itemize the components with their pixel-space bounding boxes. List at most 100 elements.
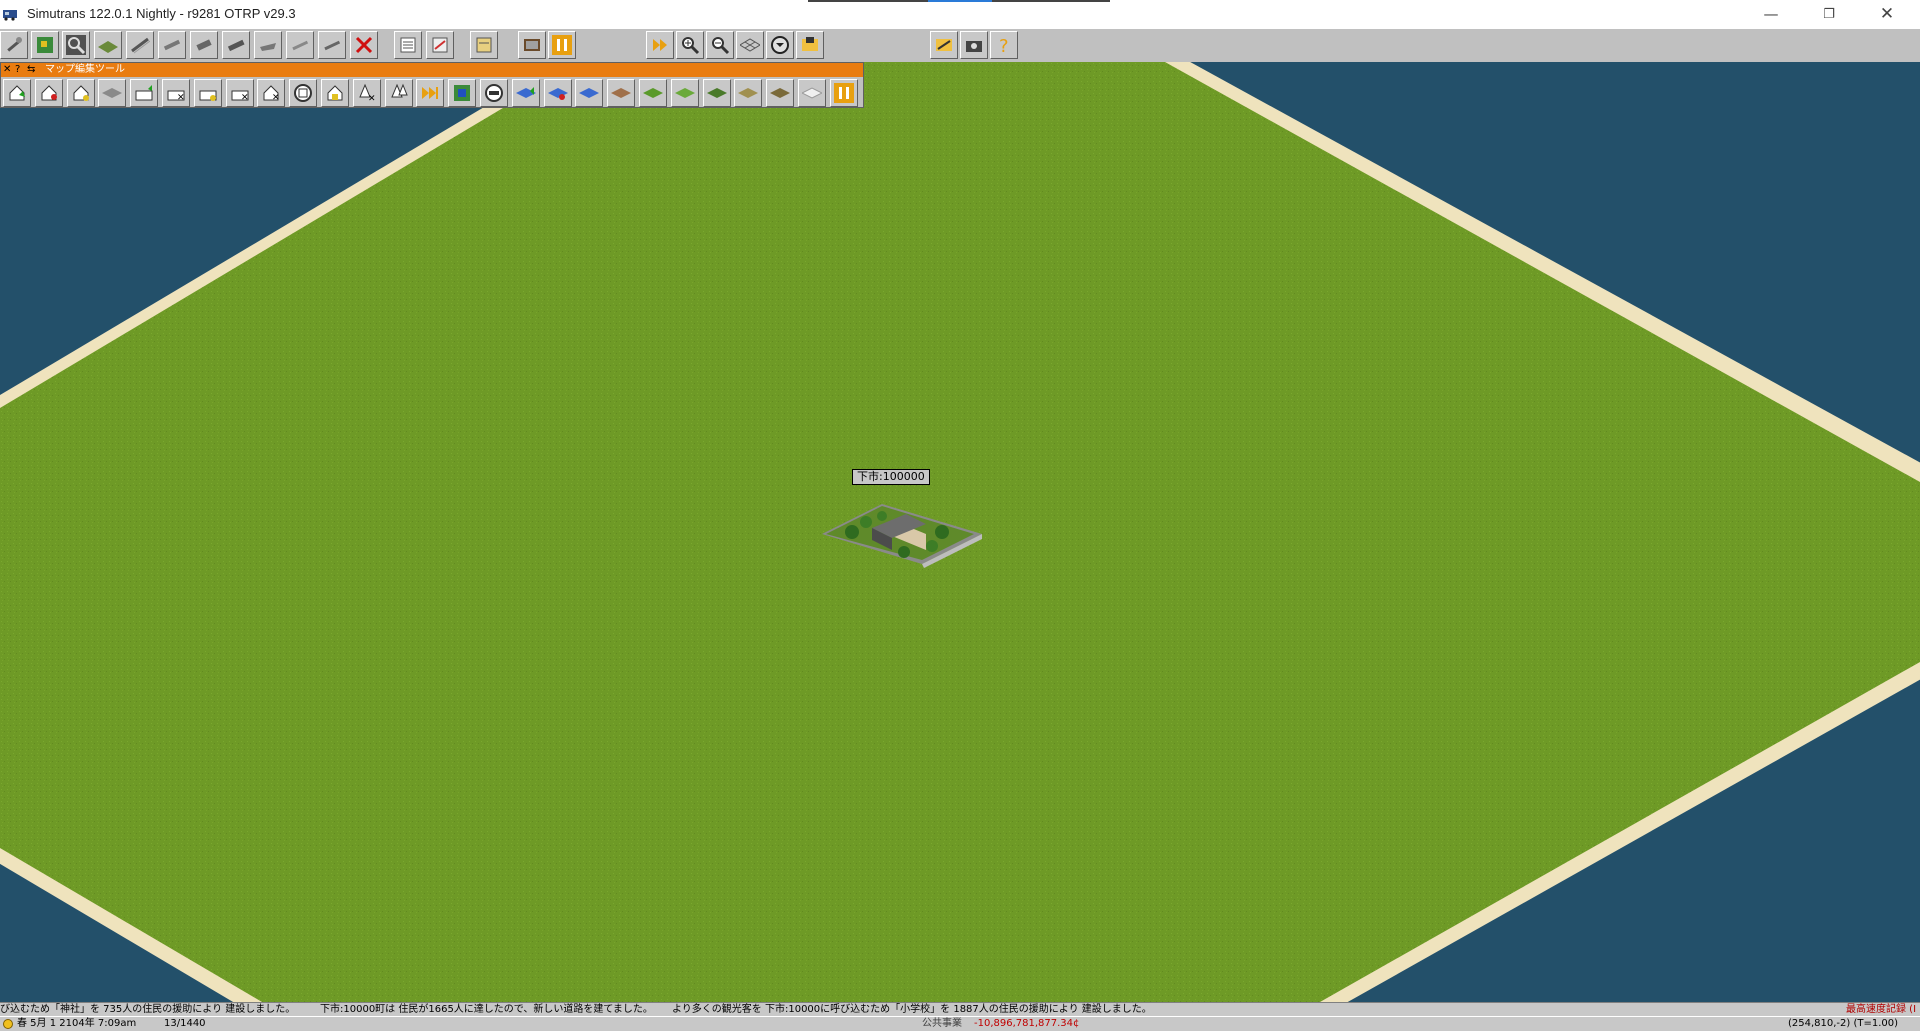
- water-lower-icon: [547, 88, 568, 100]
- camera-icon: [966, 41, 982, 52]
- edit-climate-grass-button[interactable]: [639, 79, 667, 107]
- edit-raise-water-button[interactable]: [511, 79, 540, 107]
- svg-text:?: ?: [999, 36, 1009, 55]
- city-building-cluster[interactable]: [822, 492, 982, 572]
- edit-factory-chain-button[interactable]: [193, 79, 222, 107]
- edit-factory-link-button[interactable]: ✕: [225, 79, 254, 107]
- account-balance: -10,896,781,877.34¢: [974, 1018, 1080, 1029]
- edit-climate-meadow-button[interactable]: [670, 79, 699, 107]
- tool-road-button[interactable]: [222, 31, 250, 59]
- edit-tree-plant-button[interactable]: [384, 79, 413, 107]
- remove-icon: [355, 36, 373, 54]
- edit-pause-button[interactable]: [829, 79, 858, 107]
- tool-inspect-button[interactable]: [62, 31, 90, 59]
- climate-desert-icon: [611, 88, 632, 98]
- tool-zoom-in-button[interactable]: [676, 31, 704, 59]
- time-ratio: 13/1440: [164, 1018, 206, 1029]
- land-icon: [102, 88, 123, 98]
- edit-build-town-button[interactable]: [3, 79, 31, 107]
- tool-help-button[interactable]: ?: [990, 31, 1018, 59]
- road-icon: [227, 39, 245, 52]
- tool-tram-button[interactable]: [190, 31, 218, 59]
- tool-map-edit-button[interactable]: [31, 31, 59, 59]
- tool-monorail-button[interactable]: [158, 31, 186, 59]
- tree-plant-icon: [390, 83, 408, 98]
- edit-tree-remove-button[interactable]: ✕: [352, 79, 381, 107]
- close-window-button[interactable]: ✕: [1864, 0, 1910, 29]
- minimize-button[interactable]: —: [1748, 0, 1794, 29]
- ticker-speed-record: 最高速度記録 (I: [1846, 1004, 1917, 1015]
- tool-terrain-button[interactable]: [94, 31, 122, 59]
- tool-railway-button[interactable]: [126, 31, 154, 59]
- airport-icon: [292, 40, 309, 51]
- grid-icon: [740, 38, 760, 52]
- edit-house-button[interactable]: [66, 79, 95, 107]
- tram-icon: [196, 39, 212, 51]
- wrench-icon: [7, 37, 22, 52]
- map-edit-palette: ✕ ? ⇆ マップ編集ツール ✕ ✕ ✕ ✕: [0, 62, 864, 108]
- palette-pin-icon[interactable]: ⇆: [27, 64, 35, 76]
- edit-lower-water-button[interactable]: [543, 79, 572, 107]
- tree-remove-icon: ✕: [359, 83, 375, 103]
- edit-land-button[interactable]: [98, 79, 127, 107]
- edit-factory-button[interactable]: [130, 79, 159, 107]
- tool-save-button[interactable]: [796, 31, 824, 59]
- attraction-icon: ✕: [263, 85, 280, 103]
- climate-meadow-icon: [674, 88, 695, 98]
- tool-pause-button[interactable]: [548, 31, 576, 59]
- tool-special-button[interactable]: [318, 31, 346, 59]
- headquarters-icon: [327, 85, 343, 101]
- palette-title-bar[interactable]: ✕ ? ⇆ マップ編集ツール: [1, 63, 863, 77]
- climate-grass-icon: [643, 88, 663, 98]
- city-name-label[interactable]: 下市:100000: [852, 469, 930, 485]
- edit-attraction-button[interactable]: ✕: [257, 79, 286, 107]
- edit-climate-forest-button[interactable]: [702, 79, 731, 107]
- edit-climate-snow-button[interactable]: [798, 79, 826, 107]
- water-raise-icon: [515, 87, 536, 98]
- edit-headquarters-button[interactable]: [321, 79, 349, 107]
- factory-icon: [135, 85, 153, 101]
- stop-icon: [485, 84, 503, 102]
- tool-list-button[interactable]: [394, 31, 422, 59]
- tool-grid-button[interactable]: [736, 31, 764, 59]
- simutrans-app-icon: [3, 10, 17, 21]
- edit-stop-button[interactable]: [480, 79, 508, 107]
- tool-rotate-button[interactable]: [766, 31, 794, 59]
- house-remove-icon: [41, 85, 57, 101]
- cursor-coordinates: (254,810,-2) (T=1.00): [1788, 1018, 1899, 1029]
- climate-snow-icon: [802, 87, 822, 99]
- edit-factory-remove-button[interactable]: ✕: [162, 79, 190, 107]
- factory-link-icon: ✕: [231, 90, 248, 103]
- tool-ship-button[interactable]: [254, 31, 282, 59]
- climate-steppe-icon: [738, 88, 759, 98]
- tool-general-button[interactable]: [0, 31, 28, 59]
- tool-schedule-button[interactable]: [470, 31, 498, 59]
- ship-icon: [260, 43, 276, 51]
- tool-fast-forward-button[interactable]: [646, 31, 674, 59]
- edit-monument-button[interactable]: [289, 79, 318, 107]
- active-player: 公共事業: [922, 1018, 962, 1029]
- edit-skip-button[interactable]: [416, 79, 445, 107]
- edit-water-button[interactable]: [575, 79, 604, 107]
- edit-remove-town-button[interactable]: [34, 79, 63, 107]
- ticker-message: 下市:10000町は 住民が1665人に達したので、新しい道路を建てました。: [320, 1004, 653, 1015]
- tool-depot-button[interactable]: [518, 31, 546, 59]
- tool-load-button[interactable]: [930, 31, 958, 59]
- map-edit-icon: [37, 37, 53, 53]
- tool-finance-button[interactable]: [426, 31, 454, 59]
- schedule-icon: [476, 37, 492, 53]
- magnifier-icon: [66, 35, 86, 55]
- palette-close-icon[interactable]: ✕: [3, 64, 11, 76]
- edit-climate-mud-button[interactable]: [766, 79, 795, 107]
- tool-airport-button[interactable]: [286, 31, 314, 59]
- tool-zoom-out-button[interactable]: [706, 31, 734, 59]
- restore-button[interactable]: ❐: [1806, 0, 1852, 29]
- palette-help-icon[interactable]: ?: [15, 64, 20, 76]
- tool-screenshot-button[interactable]: [960, 31, 988, 59]
- monument-icon: [294, 84, 313, 102]
- tool-remove-button[interactable]: [350, 31, 378, 59]
- rotate-icon: [771, 36, 789, 54]
- edit-climate-desert-button[interactable]: [607, 79, 636, 107]
- edit-map-color-button[interactable]: [448, 79, 477, 107]
- edit-climate-steppe-button[interactable]: [734, 79, 763, 107]
